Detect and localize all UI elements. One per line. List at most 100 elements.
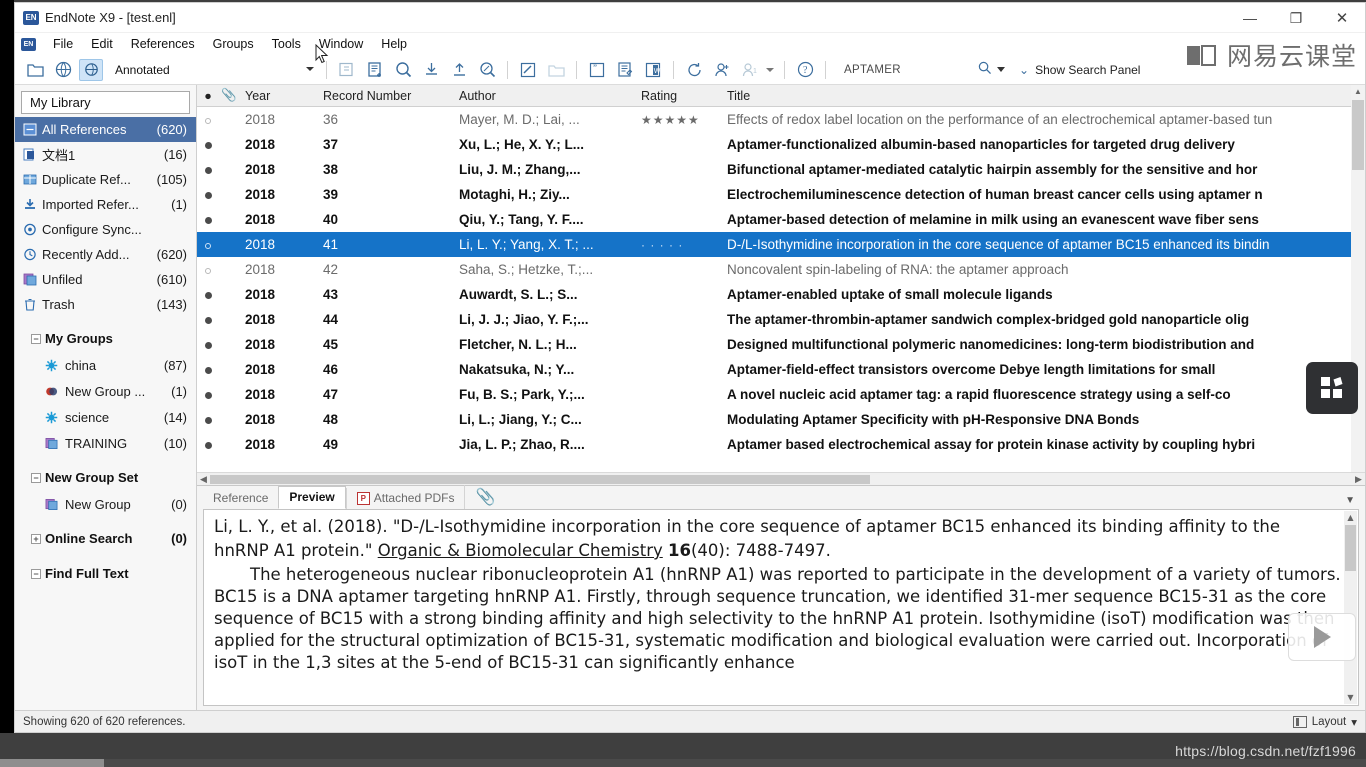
table-row[interactable]: 2018 40 Qiu, Y.; Tang, Y. F.... Aptamer-bas… — [197, 207, 1365, 232]
output-style-selector[interactable]: Annotated — [105, 60, 320, 80]
table-row[interactable]: 2018 49 Jia, L. P.; Zhao, R.... Aptamer bas… — [197, 432, 1365, 457]
scroll-right-arrow-icon[interactable]: ▶ — [1352, 474, 1365, 485]
tab-preview[interactable]: Preview — [278, 486, 346, 509]
video-progress-bar[interactable] — [0, 759, 1366, 767]
journal-name[interactable]: Organic & Biomolecular Chemistry — [378, 541, 663, 560]
menu-help[interactable]: Help — [372, 37, 416, 51]
sidebar-item-configure-sync[interactable]: Configure Sync... — [15, 217, 196, 242]
read-status-icon[interactable] — [197, 312, 219, 327]
chevron-down-icon[interactable]: ▾ — [1351, 715, 1357, 729]
menu-tools[interactable]: Tools — [263, 37, 310, 51]
online-search-mode-icon[interactable] — [391, 59, 415, 81]
column-record-number[interactable]: Record Number — [317, 89, 453, 103]
menu-edit[interactable]: Edit — [82, 37, 122, 51]
scroll-thumb[interactable] — [1345, 525, 1356, 571]
read-status-icon[interactable] — [197, 337, 219, 352]
find-full-text-icon[interactable] — [475, 59, 499, 81]
menu-references[interactable]: References — [122, 37, 204, 51]
preview-vertical-scrollbar[interactable]: ▲ ▼ — [1344, 511, 1357, 704]
column-title[interactable]: Title — [721, 89, 1365, 103]
scroll-up-arrow-icon[interactable]: ▲ — [1344, 511, 1357, 524]
table-row[interactable]: 2018 38 Liu, J. M.; Zhang,... Bifunctional … — [197, 157, 1365, 182]
minimize-button[interactable]: — — [1227, 3, 1273, 33]
read-status-icon[interactable] — [197, 287, 219, 302]
format-bibliography-icon[interactable] — [613, 59, 637, 81]
show-search-panel-button[interactable]: ⌄ Show Search Panel — [1019, 63, 1140, 77]
new-library-icon[interactable] — [23, 59, 47, 81]
menu-groups[interactable]: Groups — [204, 37, 263, 51]
sidebar-item-training[interactable]: TRAINING (10) — [15, 430, 196, 456]
list-vertical-scrollbar[interactable]: ▲ ▼ — [1351, 85, 1365, 485]
sidebar-item-document-1[interactable]: 文档1 (16) — [15, 142, 196, 167]
open-file-folder-icon[interactable] — [544, 59, 568, 81]
close-button[interactable]: ✕ — [1319, 3, 1365, 33]
list-horizontal-scrollbar[interactable]: ◀ ▶ — [197, 472, 1365, 485]
collapse-icon[interactable]: − — [31, 472, 41, 483]
my-library-header[interactable]: My Library — [21, 91, 190, 114]
sidebar-item-new-group[interactable]: New Group (0) — [15, 491, 196, 517]
column-author[interactable]: Author — [453, 89, 635, 103]
column-read-status[interactable]: ● — [197, 89, 219, 103]
table-row[interactable]: 2018 43 Auwardt, S. L.; S... Aptamer-enable… — [197, 282, 1365, 307]
word-cwyw-icon[interactable]: W — [641, 59, 665, 81]
sync-icon[interactable] — [682, 59, 706, 81]
maximize-button[interactable]: ❐ — [1273, 3, 1319, 33]
table-row[interactable]: 2018 46 Nakatsuka, N.; Y... Aptamer-field-e… — [197, 357, 1365, 382]
read-status-icon[interactable] — [197, 162, 219, 177]
column-year[interactable]: Year — [239, 89, 317, 103]
read-status-icon[interactable] — [197, 262, 219, 277]
expand-icon[interactable]: + — [31, 533, 41, 544]
insert-citation-icon[interactable]: ” — [585, 59, 609, 81]
table-row[interactable]: 2018 44 Li, J. J.; Jiao, Y. F.;... The apta… — [197, 307, 1365, 332]
sidebar-item-unfiled[interactable]: Unfiled (610) — [15, 267, 196, 292]
online-search-icon[interactable] — [51, 59, 75, 81]
search-input[interactable]: APTAMER — [844, 64, 964, 76]
export-icon[interactable] — [447, 59, 471, 81]
scroll-left-arrow-icon[interactable]: ◀ — [197, 474, 210, 485]
table-row[interactable]: 2018 47 Fu, B. S.; Park, Y.;... A novel nuc… — [197, 382, 1365, 407]
layout-button[interactable]: Layout ▾ — [1292, 715, 1357, 729]
scroll-down-arrow-icon[interactable]: ▼ — [1344, 691, 1357, 704]
search-icon[interactable] — [978, 61, 991, 79]
scroll-thumb[interactable] — [1352, 100, 1364, 170]
read-status-icon[interactable] — [197, 362, 219, 377]
sidebar-item-new-group-combo[interactable]: New Group ... (1) — [15, 378, 196, 404]
collapse-panel-chevron-down-icon[interactable]: ▼ — [1345, 495, 1355, 506]
section-online-search[interactable]: + Online Search (0) — [15, 525, 196, 552]
section-find-full-text[interactable]: − Find Full Text — [15, 560, 196, 587]
table-row[interactable]: 2018 45 Fletcher, N. L.; H... Designed mult… — [197, 332, 1365, 357]
collapse-icon[interactable]: − — [31, 568, 41, 579]
paperclip-icon[interactable]: 📎 — [219, 88, 239, 103]
hscroll-thumb[interactable] — [210, 475, 870, 484]
read-status-icon[interactable] — [197, 212, 219, 227]
column-rating[interactable]: Rating — [635, 89, 721, 103]
table-row[interactable]: 2018 39 Motaghi, H.; Ziy... Electrochemilum… — [197, 182, 1365, 207]
scroll-up-arrow-icon[interactable]: ▲ — [1351, 85, 1365, 99]
search-options-chevron-down-icon[interactable] — [997, 67, 1005, 72]
read-status-icon[interactable] — [197, 412, 219, 427]
app-grid-overlay-button[interactable] — [1306, 362, 1358, 414]
edit-reference-icon[interactable] — [363, 59, 387, 81]
activity-feed-icon[interactable]: 1 — [738, 59, 762, 81]
table-row[interactable]: 2018 42 Saha, S.; Hetzke, T.;... Noncovalen… — [197, 257, 1365, 282]
help-icon[interactable]: ? — [793, 59, 817, 81]
sidebar-item-duplicate-references[interactable]: Duplicate Ref... (105) — [15, 167, 196, 192]
table-row[interactable]: 2018 36 Mayer, M. D.; Lai, ... ★★★★★ Effects… — [197, 107, 1365, 132]
read-status-icon[interactable] — [197, 387, 219, 402]
tab-reference[interactable]: Reference — [203, 488, 278, 509]
read-status-icon[interactable] — [197, 187, 219, 202]
table-row[interactable]: 2018 41 Li, L. Y.; Yang, X. T.; ... · · · ·… — [197, 232, 1365, 257]
section-my-groups[interactable]: − My Groups — [15, 325, 196, 352]
sidebar-item-recently-added[interactable]: Recently Add... (620) — [15, 242, 196, 267]
sidebar-item-imported-references[interactable]: Imported Refer... (1) — [15, 192, 196, 217]
sidebar-item-china[interactable]: china (87) — [15, 352, 196, 378]
cell-rating[interactable]: ★★★★★ — [635, 113, 721, 127]
read-status-icon[interactable] — [197, 137, 219, 152]
play-overlay-button[interactable] — [1288, 613, 1356, 661]
tab-attached-pdfs[interactable]: P Attached PDFs — [345, 488, 465, 509]
activity-dropdown-icon[interactable] — [766, 67, 774, 72]
table-row[interactable]: 2018 37 Xu, L.; He, X. Y.; L... Aptamer-fun… — [197, 132, 1365, 157]
import-icon[interactable] — [419, 59, 443, 81]
section-new-group-set[interactable]: − New Group Set — [15, 464, 196, 491]
table-row[interactable]: 2018 48 Li, L.; Jiang, Y.; C... Modulating … — [197, 407, 1365, 432]
